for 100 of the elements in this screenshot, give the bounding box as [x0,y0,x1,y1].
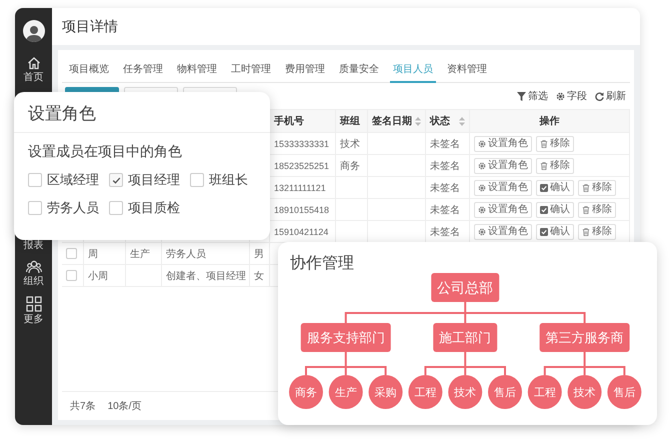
tab[interactable]: 物料管理 [174,56,220,83]
row-action-button[interactable]: 移除 [578,224,616,240]
people-icon [26,260,42,274]
sort-icon[interactable] [459,116,465,126]
row-action-button[interactable]: 设置角色 [474,136,532,152]
nav-item[interactable]: 更多 [24,314,44,326]
trash-icon [582,228,590,236]
org-node: 服务支持部门 [300,323,391,352]
column-header: 操作 [540,114,560,128]
nav-item[interactable]: 报表 [24,240,44,252]
checkbox-label[interactable]: 区域经理 [47,171,99,189]
org-node: 工程 [408,375,442,409]
table-cell-text: 商务 [340,160,360,172]
avatar[interactable] [22,20,44,42]
checkbox-label[interactable]: 项目经理 [128,171,180,189]
tab[interactable]: 工时管理 [228,56,274,83]
table-cell: 15910421124 [274,226,328,236]
checkbox-label[interactable]: 项目质检 [128,199,180,217]
filter-icon [517,92,526,100]
checkbox-icon [540,184,548,192]
row-checkbox[interactable] [66,248,77,259]
row-action-button[interactable]: 移除 [578,180,616,196]
trash-icon [582,184,590,192]
org-node: 第三方服务商 [540,323,630,352]
toolbar-action[interactable]: 字段 [556,89,587,103]
table-cell-text: 未签名 [430,138,460,150]
org-node: 技术 [448,375,482,409]
table-cell-text: 未签名 [430,226,460,238]
row-action-button[interactable]: 设置角色 [474,224,532,240]
checkbox[interactable] [28,173,42,187]
table-cell-text: 周 [88,248,98,260]
org-node: 商务 [289,375,323,409]
org-node: 售后 [607,375,642,409]
column-header: 手机号 [274,114,304,128]
table-cell-text: 男 [254,248,264,260]
column-header: 班组 [340,114,360,128]
org-node: 售后 [488,375,522,409]
checkbox-icon [540,206,548,214]
table-cell-text: 创建者、项目经理 [166,270,246,282]
nav-item[interactable]: 首页 [24,72,44,84]
table-cell: 18910155418 [274,204,330,214]
gear-icon [478,140,486,148]
page-title: 项目详情 [62,18,118,36]
row-action-button[interactable]: 设置角色 [474,180,532,196]
trash-icon [582,206,590,214]
tab[interactable]: 任务管理 [120,56,166,83]
nav-item[interactable]: 组织 [24,276,44,288]
row-action-button[interactable]: 确认 [536,224,574,240]
gear-icon [478,162,486,170]
toolbar-action[interactable]: 刷新 [595,89,626,103]
checkbox[interactable] [190,173,204,187]
tab[interactable]: 质量安全 [336,56,382,83]
tab[interactable]: 项目概览 [66,56,112,83]
row-action-button[interactable]: 移除 [536,158,574,174]
table-cell-text: 未签名 [430,204,460,216]
table-cell-text: 女 [254,270,264,282]
checkbox[interactable] [109,201,123,215]
checkbox-label[interactable]: 劳务人员 [47,199,99,217]
row-action-button[interactable]: 移除 [536,136,574,152]
trash-icon [540,140,548,148]
total-count: 共7条 [70,400,96,413]
column-header: 状态 [430,114,450,128]
table-cell-text: 小周 [88,270,108,282]
row-action-button[interactable]: 设置角色 [474,202,532,218]
row-checkbox[interactable] [66,270,77,281]
tab[interactable]: 资料管理 [444,56,490,83]
checkbox-icon [540,228,548,236]
row-action-button[interactable]: 确认 [536,180,574,196]
toolbar-action[interactable]: 筛选 [517,89,548,103]
org-node: 技术 [568,375,602,409]
refresh-icon [595,92,604,100]
card-title: 协作管理 [290,254,354,274]
row-action-button[interactable]: 移除 [578,202,616,218]
org-node: 公司总部 [431,273,500,302]
row-action-button[interactable]: 设置角色 [474,158,532,174]
dialog-title: 设置角色 [28,104,96,124]
sort-icon[interactable] [415,116,421,126]
tab[interactable]: 费用管理 [282,56,328,83]
grid-icon [26,296,42,312]
gear-icon [478,206,486,214]
home-icon [26,56,40,70]
table-cell-text: 未签名 [430,160,460,172]
org-node: 生产 [328,375,363,409]
checkbox[interactable] [28,201,42,215]
table-cell: 15333333331 [274,138,330,148]
gear-icon [478,228,486,236]
table-cell: 13211111121 [274,182,326,192]
checkbox-label[interactable]: 班组长 [209,171,248,189]
column-header: 签名日期 [372,114,412,128]
table-cell-text: 劳务人员 [166,248,206,260]
org-node: 工程 [528,375,562,409]
table-cell-text: 技术 [340,138,360,150]
row-action-button[interactable]: 确认 [536,202,574,218]
checkbox[interactable] [109,173,123,187]
gear-icon [478,184,486,192]
table-cell-text: 未签名 [430,182,460,194]
gear-icon [556,92,565,100]
page-size-select[interactable]: 10条/页 [108,399,142,413]
check-icon [112,176,120,184]
table-cell: 18523525251 [274,160,330,170]
